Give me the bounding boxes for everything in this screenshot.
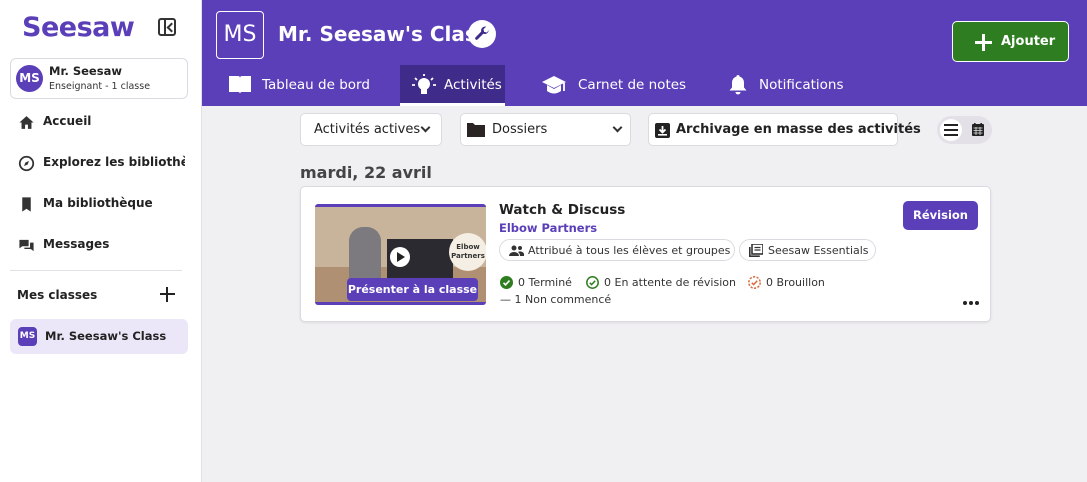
play-icon[interactable] bbox=[390, 247, 410, 267]
chevron-down-icon bbox=[612, 122, 623, 133]
view-toggle bbox=[937, 116, 992, 144]
tab-activities[interactable]: Activités bbox=[400, 65, 505, 106]
stat-draft: 0 Brouillon bbox=[766, 276, 825, 289]
class-badge: MS bbox=[216, 11, 264, 59]
classes-heading: Mes classes bbox=[17, 288, 98, 302]
class-settings-button[interactable] bbox=[468, 20, 496, 48]
add-button-label: Ajouter bbox=[1001, 34, 1056, 49]
filter-dropdown[interactable]: Activités actives bbox=[300, 113, 442, 146]
class-label: Mr. Seesaw's Class bbox=[45, 329, 167, 343]
tab-label: Carnet de notes bbox=[578, 77, 687, 93]
list-icon bbox=[944, 124, 958, 136]
folders-dropdown[interactable]: Dossiers bbox=[460, 113, 631, 146]
bulk-archive-label: Archivage en masse des activités bbox=[676, 122, 921, 137]
class-avatar: MS bbox=[18, 327, 37, 346]
book-icon bbox=[229, 76, 251, 94]
page-title: Mr. Seesaw's Class bbox=[278, 22, 489, 46]
user-card[interactable]: MS Mr. Seesaw Enseignant - 1 classe bbox=[10, 58, 188, 99]
sidebar-item-label: Messages bbox=[43, 237, 110, 251]
assigned-chip: Attribué à tous les élèves et groupes bbox=[499, 239, 735, 261]
folder-icon bbox=[467, 123, 485, 137]
calendar-view-button[interactable] bbox=[967, 119, 989, 141]
thumbnail-sign: Elbow Partners bbox=[449, 233, 486, 271]
list-view-button[interactable] bbox=[940, 119, 962, 141]
tab-label: Activités bbox=[444, 77, 502, 93]
tab-dashboard[interactable]: Tableau de bord bbox=[216, 65, 392, 106]
date-heading: mardi, 22 avril bbox=[300, 163, 432, 182]
archive-icon bbox=[655, 123, 670, 138]
stat-pending: 0 En attente de révision bbox=[604, 276, 736, 289]
plus-icon bbox=[975, 34, 992, 51]
add-button[interactable]: Ajouter bbox=[952, 21, 1069, 62]
sidebar-item-home[interactable]: Accueil bbox=[10, 107, 188, 137]
lightbulb-icon bbox=[412, 74, 436, 94]
class-header: MS Mr. Seesaw's Class Ajouter Tableau de… bbox=[202, 0, 1087, 106]
bookmark-icon bbox=[22, 197, 31, 212]
bulk-archive-button[interactable]: Archivage en masse des activités bbox=[648, 113, 921, 146]
more-options-icon[interactable] bbox=[963, 301, 979, 307]
filter-label: Activités actives bbox=[314, 122, 421, 137]
sidebar-item-label: Accueil bbox=[43, 114, 92, 128]
wrench-icon bbox=[475, 26, 490, 40]
user-role: Enseignant - 1 classe bbox=[49, 81, 151, 92]
sidebar-item-class[interactable]: MS Mr. Seesaw's Class bbox=[10, 319, 188, 354]
sidebar-item-label: Explorez les bibliothèques bbox=[43, 155, 185, 169]
sidebar: Seesaw MS Mr. Seesaw Enseignant - 1 clas… bbox=[0, 0, 202, 482]
assigned-label: Attribué à tous les élèves et groupes bbox=[528, 244, 731, 257]
activity-title[interactable]: Watch & Discuss bbox=[499, 202, 625, 218]
avatar: MS bbox=[16, 65, 43, 92]
activity-thumbnail[interactable]: Elbow Partners Présenter à la classe bbox=[315, 204, 486, 305]
tab-notifications[interactable]: Notifications bbox=[716, 65, 876, 106]
chevron-down-icon bbox=[420, 122, 431, 133]
sidebar-item-library[interactable]: Ma bibliothèque bbox=[10, 189, 188, 219]
collection-icon bbox=[749, 244, 763, 257]
graduation-cap-icon bbox=[542, 76, 566, 94]
user-name: Mr. Seesaw bbox=[49, 64, 122, 78]
collection-chip: Seesaw Essentials bbox=[739, 239, 876, 261]
tab-label: Tableau de bord bbox=[262, 77, 370, 93]
calendar-icon bbox=[972, 123, 984, 136]
sidebar-item-explore[interactable]: Explorez les bibliothèques bbox=[10, 148, 188, 178]
stat-done: 0 Terminé bbox=[518, 276, 572, 289]
seesaw-logo[interactable]: Seesaw bbox=[22, 12, 135, 43]
chat-icon bbox=[19, 239, 34, 252]
draft-icon bbox=[748, 276, 761, 289]
home-icon bbox=[19, 116, 34, 129]
people-icon bbox=[509, 245, 524, 256]
pending-review-icon bbox=[586, 276, 599, 289]
bell-icon bbox=[729, 75, 747, 95]
sidebar-item-messages[interactable]: Messages bbox=[10, 230, 188, 260]
collection-label: Seesaw Essentials bbox=[768, 244, 869, 257]
activity-card[interactable]: Elbow Partners Présenter à la classe Wat… bbox=[300, 186, 991, 322]
review-button[interactable]: Révision bbox=[903, 201, 978, 230]
add-class-icon[interactable] bbox=[160, 287, 175, 302]
divider bbox=[10, 270, 182, 271]
folders-label: Dossiers bbox=[492, 122, 548, 137]
collapse-sidebar-icon[interactable] bbox=[158, 18, 176, 36]
activity-subtitle[interactable]: Elbow Partners bbox=[499, 221, 597, 235]
check-circle-icon bbox=[500, 276, 513, 289]
tab-gradebook[interactable]: Carnet de notes bbox=[532, 65, 692, 106]
tab-label: Notifications bbox=[759, 77, 844, 93]
stat-not-started: — 1 Non commencé bbox=[500, 293, 612, 306]
present-to-class-button[interactable]: Présenter à la classe bbox=[347, 278, 478, 301]
sidebar-item-label: Ma bibliothèque bbox=[43, 196, 153, 210]
compass-icon bbox=[18, 155, 35, 172]
